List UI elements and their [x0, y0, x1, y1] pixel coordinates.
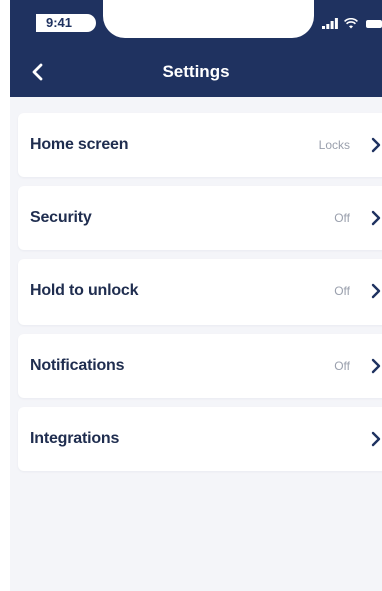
- settings-item-security[interactable]: Security Off: [18, 186, 382, 250]
- chevron-right-icon: [371, 283, 381, 299]
- battery-icon: [366, 20, 382, 28]
- signal-icon: [322, 18, 338, 29]
- wifi-icon: [344, 18, 358, 29]
- settings-item-value: Off: [334, 359, 350, 373]
- settings-item-label: Integrations: [30, 430, 120, 447]
- chevron-right-icon: [371, 431, 381, 447]
- status-icons: [314, 14, 382, 32]
- page-title: Settings: [162, 62, 230, 81]
- settings-item-notifications[interactable]: Notifications Off: [18, 334, 382, 398]
- settings-item-label: Home screen: [30, 136, 129, 153]
- phone-screen: 9:41 Settings Home screen Locks Security…: [10, 0, 382, 591]
- settings-item-home-screen[interactable]: Home screen Locks: [18, 113, 382, 177]
- settings-item-integrations[interactable]: Integrations: [18, 407, 382, 471]
- settings-item-label: Notifications: [30, 357, 125, 374]
- device-notch: [103, 0, 314, 38]
- settings-list: Home screen Locks Security Off Hold to u…: [18, 113, 382, 480]
- settings-item-value: Locks: [318, 138, 350, 152]
- chevron-right-icon: [371, 137, 381, 153]
- chevron-right-icon: [371, 210, 381, 226]
- settings-item-value: Off: [334, 211, 350, 225]
- status-time: 9:41: [36, 14, 96, 32]
- header: 9:41 Settings: [10, 0, 382, 97]
- settings-item-label: Hold to unlock: [30, 282, 139, 299]
- chevron-right-icon: [371, 358, 381, 374]
- settings-item-value: Off: [334, 284, 350, 298]
- settings-item-hold-to-unlock[interactable]: Hold to unlock Off: [18, 259, 382, 325]
- settings-item-label: Security: [30, 209, 92, 226]
